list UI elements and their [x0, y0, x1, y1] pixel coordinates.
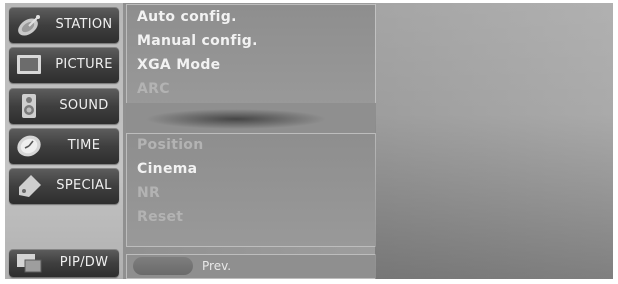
satellite-dish-icon [15, 12, 43, 38]
pip-windows-icon [15, 251, 43, 277]
nav-item-time[interactable]: TIME [9, 128, 119, 164]
submenu-group-bottom: Position Cinema NR Reset [126, 133, 376, 247]
menu-item-cinema[interactable]: Cinema [137, 161, 197, 177]
speaker-icon [15, 93, 43, 119]
prev-label: Prev. [202, 259, 232, 273]
nav-item-label: PICTURE [55, 57, 113, 72]
nav-item-label: TIME [67, 138, 101, 153]
submenu-panel: Auto config. Manual config. XGA Mode ARC… [126, 3, 376, 279]
menu-divider-shadow [126, 103, 376, 133]
menu-item-nr: NR [137, 185, 161, 201]
nav-item-label: SPECIAL [56, 178, 112, 193]
menu-item-reset: Reset [137, 209, 184, 225]
menu-item-arc: ARC [137, 81, 170, 97]
category-nav: STATION PICTURE SOUND TIME SPECIAL PIP/D… [5, 3, 123, 279]
menu-item-manual-config[interactable]: Manual config. [137, 33, 258, 49]
tag-icon [15, 173, 43, 199]
menu-item-xga-mode[interactable]: XGA Mode [137, 57, 220, 73]
menu-item-position: Position [137, 137, 204, 153]
tv-osd-screen: STATION PICTURE SOUND TIME SPECIAL PIP/D… [5, 3, 613, 279]
submenu-group-top: Auto config. Manual config. XGA Mode ARC [126, 4, 376, 106]
nav-item-sound[interactable]: SOUND [9, 88, 119, 124]
nav-item-station[interactable]: STATION [9, 7, 119, 43]
nav-item-label: STATION [55, 17, 113, 32]
monitor-icon [15, 52, 43, 78]
prev-bar: Prev. [126, 254, 376, 279]
nav-item-label: SOUND [59, 98, 109, 113]
clock-icon [15, 133, 43, 159]
menu-item-auto-config[interactable]: Auto config. [137, 9, 237, 25]
nav-item-label: PIP/DW [59, 255, 109, 270]
nav-item-picture[interactable]: PICTURE [9, 47, 119, 83]
nav-item-special[interactable]: SPECIAL [9, 168, 119, 204]
nav-item-pip-dw[interactable]: PIP/DW [9, 249, 119, 277]
prev-button[interactable] [133, 257, 193, 275]
